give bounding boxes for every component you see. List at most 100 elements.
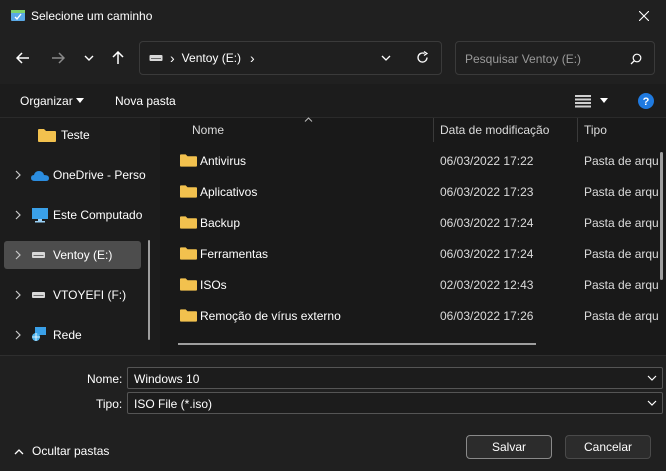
hide-folders-label: Ocultar pastas [32, 444, 110, 458]
arrow-right-icon [52, 52, 65, 64]
column-divider[interactable] [433, 118, 434, 142]
table-row[interactable]: Backup 06/03/2022 17:24 Pasta de arqu [178, 210, 666, 236]
chevron-right-icon[interactable] [14, 290, 22, 300]
file-date: 06/03/2022 17:22 [440, 154, 534, 168]
drive-icon [149, 55, 163, 61]
sidebar-item-label: Rede [53, 328, 82, 342]
svg-text:?: ? [643, 96, 650, 108]
sidebar-item-onedrive[interactable]: OneDrive - Perso [4, 161, 146, 189]
sidebar-item-ventoy[interactable]: Ventoy (E:) [4, 241, 141, 269]
filetype-select[interactable]: ISO File (*.iso) [127, 392, 663, 414]
navigation-pane: Teste OneDrive - Perso Este Computado Ve… [0, 118, 160, 355]
file-list-horizontal-scrollbar[interactable] [178, 343, 536, 345]
organize-button[interactable]: Organizar [20, 94, 73, 108]
search-icon [630, 53, 642, 65]
search-input[interactable]: Pesquisar Ventoy (E:) [465, 52, 581, 66]
recent-locations-button[interactable] [75, 44, 103, 72]
chevron-up-icon [14, 448, 24, 454]
file-type: Pasta de arqu [584, 309, 659, 323]
save-button[interactable]: Salvar [466, 435, 552, 459]
address-dropdown-icon[interactable] [381, 55, 391, 61]
column-header-name[interactable]: Nome [192, 123, 224, 137]
filetype-label: Tipo: [96, 397, 123, 411]
sidebar-item-teste[interactable]: Teste [4, 121, 141, 149]
search-box[interactable]: Pesquisar Ventoy (E:) [455, 41, 655, 75]
sidebar-item-label: Teste [61, 128, 90, 142]
chevron-down-icon[interactable] [646, 398, 658, 408]
chevron-right-icon[interactable] [14, 250, 22, 260]
sort-ascending-icon [304, 117, 313, 122]
cloud-icon [31, 171, 49, 181]
table-row[interactable]: Antivirus 06/03/2022 17:22 Pasta de arqu [178, 148, 666, 174]
sidebar-scrollbar[interactable] [148, 240, 150, 340]
table-row[interactable]: Ferramentas 06/03/2022 17:24 Pasta de ar… [178, 241, 666, 267]
file-date: 06/03/2022 17:24 [440, 216, 534, 230]
table-row[interactable]: Aplicativos 06/03/2022 17:23 Pasta de ar… [178, 179, 666, 205]
address-separator: › [250, 50, 255, 66]
file-list-vertical-scrollbar[interactable] [660, 152, 663, 280]
app-icon [11, 10, 25, 21]
sidebar-item-label: Este Computado [53, 208, 143, 222]
chevron-right-icon[interactable] [14, 170, 22, 180]
file-name: Aplicativos [200, 185, 258, 199]
folder-icon [38, 129, 56, 142]
folder-icon [180, 154, 197, 167]
close-button[interactable] [622, 0, 666, 32]
column-divider[interactable] [577, 118, 578, 142]
file-name: Remoção de vírus externo [200, 309, 341, 323]
refresh-icon[interactable] [416, 51, 429, 64]
folder-icon [180, 185, 197, 198]
sidebar-item-label: OneDrive - Perso [53, 168, 146, 182]
chevron-right-icon[interactable] [14, 330, 22, 340]
table-row[interactable]: ISOs 02/03/2022 12:43 Pasta de arqu [178, 272, 666, 298]
forward-button[interactable] [44, 44, 72, 72]
close-icon [639, 11, 649, 21]
file-date: 06/03/2022 17:26 [440, 309, 534, 323]
arrow-left-icon [16, 52, 29, 64]
address-path[interactable]: › Ventoy (E:) › [140, 42, 255, 74]
view-options-icon[interactable] [575, 95, 591, 108]
file-type: Pasta de arqu [584, 154, 659, 168]
address-drive[interactable]: Ventoy (E:) [182, 51, 241, 65]
sidebar-item-network[interactable]: Rede [4, 321, 141, 349]
file-type: Pasta de arqu [584, 278, 659, 292]
chevron-down-icon [76, 98, 84, 103]
column-header-type[interactable]: Tipo [584, 123, 607, 137]
cancel-button[interactable]: Cancelar [565, 435, 651, 459]
folder-icon [180, 247, 197, 260]
arrow-up-icon [112, 51, 124, 64]
command-bar: Organizar Nova pasta ? [0, 84, 666, 118]
file-type: Pasta de arqu [584, 247, 659, 261]
file-date: 02/03/2022 12:43 [440, 278, 534, 292]
filename-label: Nome: [87, 372, 123, 386]
table-row[interactable]: Remoção de vírus externo 06/03/2022 17:2… [178, 303, 666, 329]
file-name: ISOs [200, 278, 227, 292]
new-folder-button[interactable]: Nova pasta [115, 94, 176, 108]
folder-icon [180, 278, 197, 291]
folder-icon [180, 216, 197, 229]
window-title: Selecione um caminho [31, 9, 153, 23]
file-type: Pasta de arqu [584, 185, 659, 199]
file-name: Ferramentas [200, 247, 269, 261]
sidebar-item-this-pc[interactable]: Este Computado [4, 201, 143, 229]
sidebar-item-label: VTOYEFI (F:) [53, 288, 127, 302]
drive-icon [32, 292, 45, 298]
file-date: 06/03/2022 17:23 [440, 185, 534, 199]
chevron-down-icon[interactable] [646, 373, 658, 383]
column-header-date[interactable]: Data de modificação [440, 123, 549, 137]
hide-folders-toggle[interactable]: Ocultar pastas [14, 444, 109, 458]
chevron-down-icon [84, 55, 94, 61]
chevron-down-icon[interactable] [600, 98, 608, 103]
file-name: Backup [200, 216, 241, 230]
help-icon[interactable]: ? [638, 93, 654, 109]
filename-input[interactable]: Windows 10 [134, 372, 199, 386]
sidebar-item-label: Ventoy (E:) [53, 248, 113, 262]
back-button[interactable] [9, 44, 37, 72]
up-button[interactable] [104, 44, 132, 72]
filename-combobox[interactable]: Windows 10 [127, 367, 663, 389]
sidebar-item-vtoyefi[interactable]: VTOYEFI (F:) [4, 281, 141, 309]
chevron-right-icon[interactable] [14, 210, 22, 220]
filetype-value: ISO File (*.iso) [134, 397, 213, 411]
address-separator: › [170, 50, 175, 66]
monitor-icon [32, 208, 48, 223]
